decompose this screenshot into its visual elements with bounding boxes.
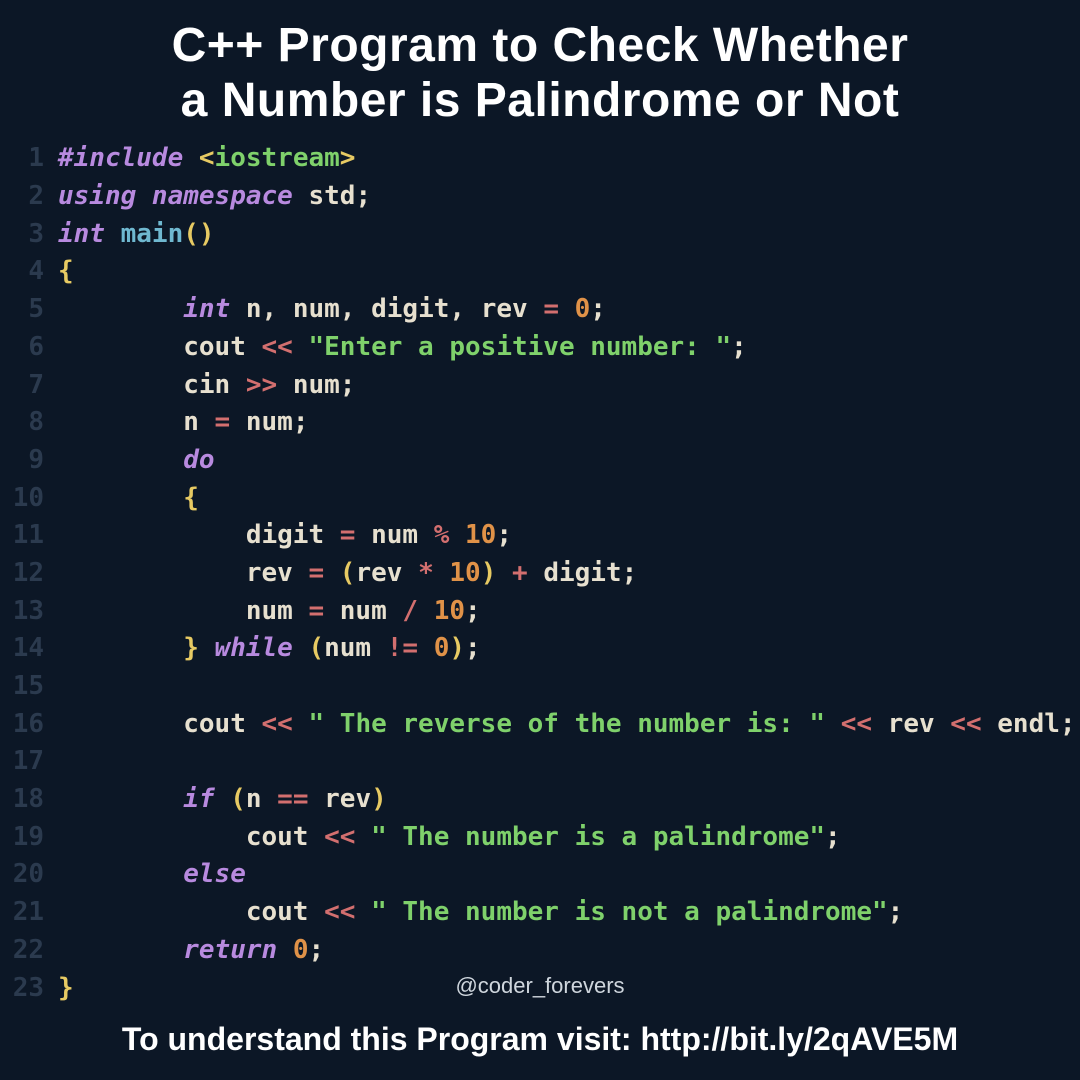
line-number: 19 (0, 819, 58, 857)
line-number: 21 (0, 894, 58, 932)
line-number: 15 (0, 668, 58, 706)
code-line: 2using namespace std; (0, 178, 1080, 216)
code-line: 17 (0, 743, 1080, 781)
code-line: 16 cout << " The reverse of the number i… (0, 706, 1080, 744)
line-number: 1 (0, 140, 58, 178)
code-line: 13 num = num / 10; (0, 593, 1080, 631)
line-number: 10 (0, 480, 58, 518)
line-number: 17 (0, 743, 58, 781)
line-number: 22 (0, 932, 58, 970)
code-line: 4{ (0, 253, 1080, 291)
code-block: 1#include <iostream> 2using namespace st… (0, 134, 1080, 1007)
line-number: 6 (0, 329, 58, 367)
code-line: 15 (0, 668, 1080, 706)
line-number: 4 (0, 253, 58, 291)
title-line-2: a Number is Palindrome or Not (181, 74, 900, 127)
code-line: 6 cout << "Enter a positive number: "; (0, 329, 1080, 367)
code-line: 11 digit = num % 10; (0, 517, 1080, 555)
code-line: 12 rev = (rev * 10) + digit; (0, 555, 1080, 593)
code-line: 18 if (n == rev) (0, 781, 1080, 819)
title-line-1: C++ Program to Check Whether (172, 19, 909, 72)
line-number: 2 (0, 178, 58, 216)
line-number: 11 (0, 517, 58, 555)
line-number: 7 (0, 367, 58, 405)
code-line: 8 n = num; (0, 404, 1080, 442)
line-number: 3 (0, 216, 58, 254)
line-number: 23 (0, 970, 58, 1008)
line-number: 18 (0, 781, 58, 819)
code-line: 22 return 0; (0, 932, 1080, 970)
code-line: 19 cout << " The number is a palindrome"… (0, 819, 1080, 857)
code-line: 9 do (0, 442, 1080, 480)
line-number: 5 (0, 291, 58, 329)
code-line: 1#include <iostream> (0, 140, 1080, 178)
line-number: 8 (0, 404, 58, 442)
line-number: 12 (0, 555, 58, 593)
footer-link-text: To understand this Program visit: http:/… (0, 999, 1080, 1058)
code-line: 7 cin >> num; (0, 367, 1080, 405)
line-number: 13 (0, 593, 58, 631)
code-line: 5 int n, num, digit, rev = 0; (0, 291, 1080, 329)
code-line: 21 cout << " The number is not a palindr… (0, 894, 1080, 932)
line-number: 14 (0, 630, 58, 668)
watermark-handle: @coder_forevers (0, 973, 1080, 999)
code-line: 14 } while (num != 0); (0, 630, 1080, 668)
page-title: C++ Program to Check Whether a Number is… (0, 0, 1080, 134)
code-line: 20 else (0, 856, 1080, 894)
line-number: 16 (0, 706, 58, 744)
code-line: 10 { (0, 480, 1080, 518)
line-number: 20 (0, 856, 58, 894)
code-line: 3int main() (0, 216, 1080, 254)
line-number: 9 (0, 442, 58, 480)
